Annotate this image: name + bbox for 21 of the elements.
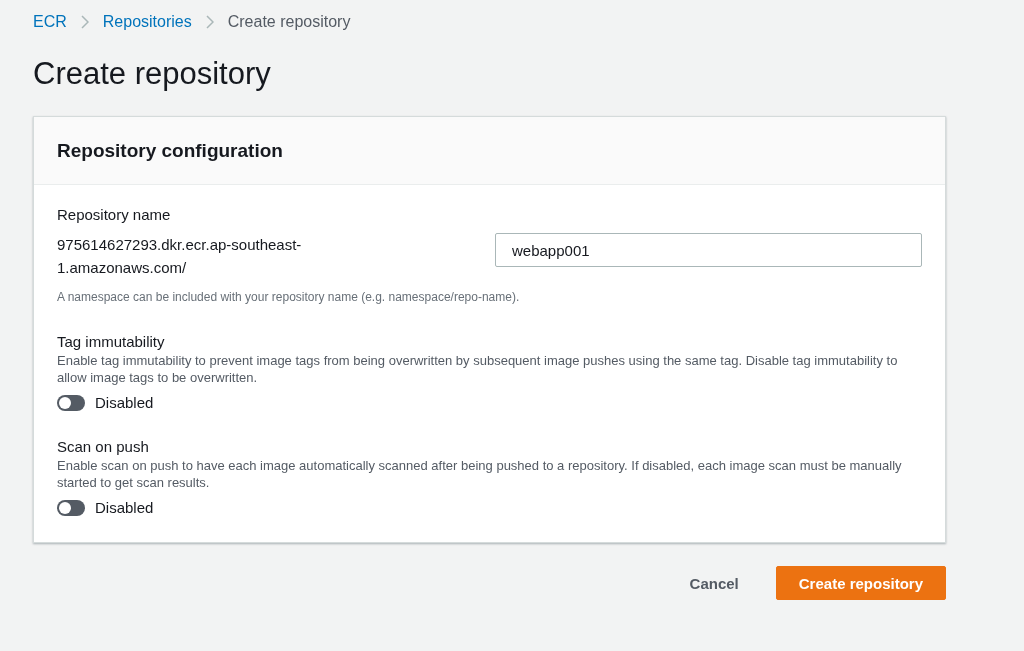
setting-description: Enable tag immutability to prevent image tags from being overwritten by subsequent image pushes using the same tag. Disable tag immutability to allow image tags to be overwritten.: [57, 352, 899, 386]
current-page-label: Create repository: [227, 13, 351, 31]
field-label: Repository name: [57, 205, 172, 225]
breadcrumb-link[interactable]: ECR: [33, 13, 67, 31]
page-title: Create repository: [33, 55, 272, 93]
create-button[interactable]: Create repository: [775, 566, 946, 600]
toggle-state-text: Disabled: [95, 499, 154, 516]
panel-title: Repository configuration: [57, 139, 284, 162]
toggle-switch[interactable]: [57, 499, 85, 516]
setting-label: Tag immutability: [57, 332, 166, 352]
cancel-button[interactable]: Cancel: [666, 566, 762, 600]
field-hint: A namespace can be included with your repository name (e.g. namespace/repo-name).: [57, 289, 521, 305]
toggle-switch[interactable]: [57, 394, 85, 411]
repository-name-input[interactable]: webapp001: [495, 233, 922, 267]
setting-label: Scan on push: [57, 437, 150, 457]
chevron-right-icon: [205, 15, 214, 29]
toggle-state-text: Disabled: [95, 394, 154, 411]
setting-description: Enable scan on push to have each image automatically scanned after being pushed to a repository. If disabled, each image scan must be manually started to get scan results.: [57, 457, 903, 491]
chevron-right-icon: [80, 15, 89, 29]
breadcrumb-link[interactable]: Repositories: [102, 13, 192, 31]
repository-uri-prefix: 975614627293.dkr.ecr.ap-southeast- 1.amazonaws.com/: [57, 235, 303, 278]
